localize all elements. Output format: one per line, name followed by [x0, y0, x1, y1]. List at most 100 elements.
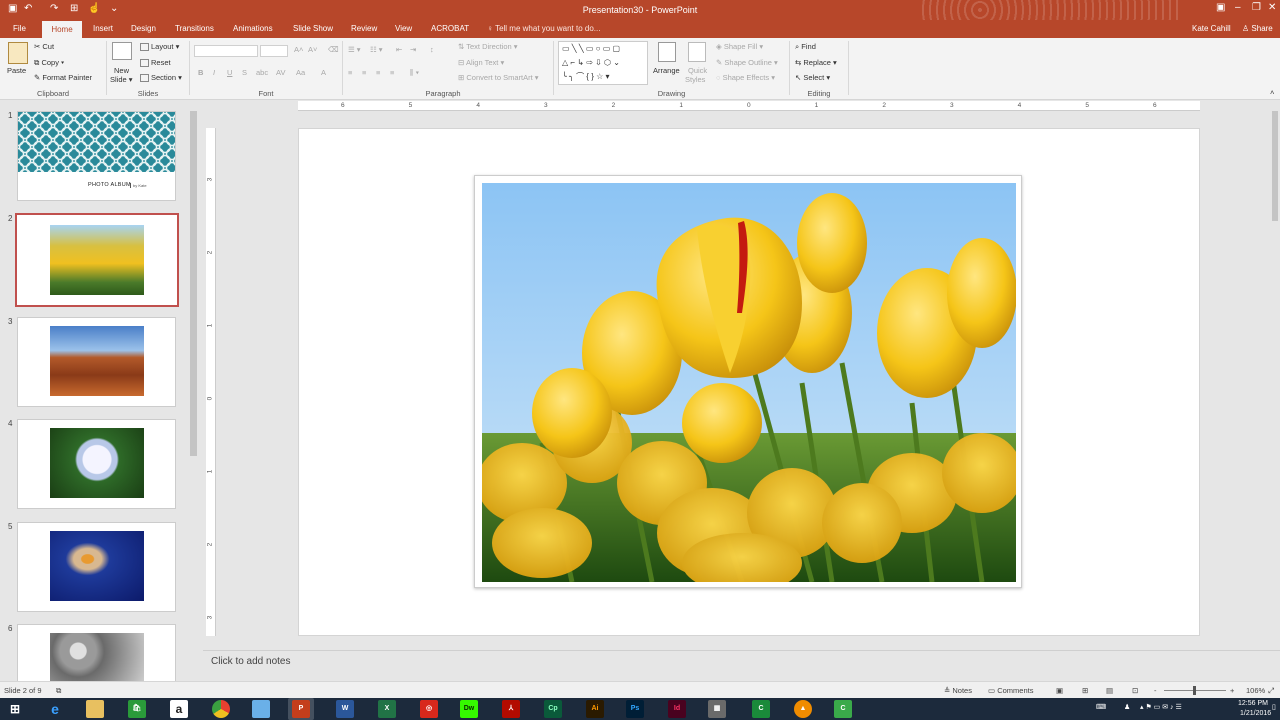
tab-insert[interactable]: Insert	[93, 24, 113, 33]
camtasia-recorder-icon[interactable]: C	[834, 700, 852, 718]
tray-icons[interactable]: ▴ ⚑ ▭ ✉ ♪ ☰	[1140, 703, 1182, 711]
tab-file[interactable]: File	[13, 24, 26, 33]
dreamweaver-icon[interactable]: Dw	[460, 700, 478, 718]
new-slide-label-2[interactable]: Slide ▾	[110, 75, 133, 84]
paste-button[interactable]: Paste	[7, 66, 26, 75]
sticky-notes-icon[interactable]	[252, 700, 270, 718]
slide-thumbnail-5[interactable]	[17, 522, 176, 612]
store-icon[interactable]: 🛍	[128, 700, 146, 718]
captivate-icon[interactable]: Cp	[544, 700, 562, 718]
arrange-icon[interactable]	[658, 42, 676, 62]
slide-thumbnail-3[interactable]	[17, 317, 176, 407]
tab-home[interactable]: Home	[42, 21, 82, 38]
font-color-button[interactable]: A	[321, 68, 326, 77]
quick-styles-label-2[interactable]: Styles	[685, 75, 705, 84]
text-direction-button[interactable]: ⇅ Text Direction ▾	[458, 42, 518, 51]
vlc-icon[interactable]: ▲	[794, 700, 812, 718]
tab-review[interactable]: Review	[351, 24, 377, 33]
shape-effects-button[interactable]: ◌ Shape Effects ▾	[716, 73, 775, 82]
columns-icon[interactable]: ⫼ ▾	[410, 68, 419, 78]
slide-sorter-icon[interactable]: ⊞	[1082, 686, 1088, 695]
notes-toggle[interactable]: ≜ Notes	[944, 686, 972, 695]
illustrator-icon[interactable]: Ai	[586, 700, 604, 718]
section-button[interactable]: Section ▾	[140, 73, 182, 83]
cut-button[interactable]: ✂ Cut	[34, 42, 54, 51]
font-name-box[interactable]	[194, 45, 258, 57]
scrollbar-thumb[interactable]	[190, 111, 197, 456]
tab-animations[interactable]: Animations	[233, 24, 273, 33]
increase-font-icon[interactable]: A˄	[294, 45, 303, 54]
minimize-icon[interactable]: –	[1235, 2, 1241, 13]
tulip-photo-frame[interactable]	[474, 175, 1022, 588]
close-icon[interactable]: ✕	[1268, 2, 1276, 13]
zoom-slider-thumb[interactable]	[1193, 686, 1196, 695]
slide-thumbnail-6[interactable]	[17, 624, 176, 684]
editor-scrollbar-thumb[interactable]	[1272, 111, 1278, 221]
tab-design[interactable]: Design	[131, 24, 156, 33]
tab-slide-show[interactable]: Slide Show	[293, 24, 333, 33]
shape-outline-button[interactable]: ✎ Shape Outline ▾	[716, 58, 778, 67]
restore-icon[interactable]: ❐	[1252, 2, 1261, 13]
user-name[interactable]: Kate Cahill	[1192, 24, 1231, 33]
decrease-indent-icon[interactable]: ⇤	[396, 45, 402, 54]
normal-view-icon[interactable]: ▣	[1056, 686, 1063, 695]
reset-button[interactable]: Reset	[140, 58, 171, 68]
convert-smartart-button[interactable]: ⊞ Convert to SmartArt ▾	[458, 73, 539, 82]
copy-button[interactable]: ⧉ Copy ▾	[34, 58, 64, 68]
creative-cloud-icon[interactable]: ◎	[420, 700, 438, 718]
photoshop-icon[interactable]: Ps	[626, 700, 644, 718]
shapes-gallery[interactable]: ▭ ╲ ╲ ▭ ○ ▭ ▢ △ ⌐ ↳ ⇨ ⇩ ⬡ ⌄ ╰ ╮ ⌒ { } ☆ …	[558, 41, 648, 85]
change-case-icon[interactable]: Aa	[296, 68, 305, 77]
chrome-icon[interactable]	[212, 700, 230, 718]
format-painter-button[interactable]: ✎ Format Painter	[34, 73, 92, 82]
tab-view[interactable]: View	[395, 24, 412, 33]
clear-formatting-icon[interactable]: ⌫	[328, 45, 339, 54]
new-slide-label-1[interactable]: New	[114, 66, 129, 75]
justify-icon[interactable]: ≡	[390, 68, 394, 77]
camtasia-icon[interactable]: C	[752, 700, 770, 718]
layout-button[interactable]: Layout ▾	[140, 42, 179, 52]
shape-fill-button[interactable]: ◈ Shape Fill ▾	[716, 42, 763, 51]
quick-styles-icon[interactable]	[688, 42, 706, 62]
tab-acrobat[interactable]: ACROBAT	[431, 24, 469, 33]
shadow-button[interactable]: S	[242, 68, 247, 77]
excel-icon[interactable]: X	[378, 700, 396, 718]
share-button[interactable]: ♙ Share	[1242, 24, 1273, 33]
tab-transitions[interactable]: Transitions	[175, 24, 214, 33]
slide-thumbnail-1[interactable]: PHOTO ALBUM by Kate	[17, 111, 176, 201]
thumbnail-scrollbar[interactable]	[188, 101, 200, 681]
slide-thumbnail-4[interactable]	[17, 419, 176, 509]
edge-icon[interactable]: e	[46, 700, 64, 718]
paste-icon[interactable]	[8, 42, 28, 64]
align-center-icon[interactable]: ≡	[362, 68, 366, 77]
italic-button[interactable]: I	[213, 68, 215, 77]
char-spacing-icon[interactable]: AV	[276, 68, 285, 77]
editor-scrollbar[interactable]	[1270, 101, 1280, 681]
zoom-out-button[interactable]: -	[1154, 686, 1157, 695]
keyboard-icon[interactable]: ⌨	[1096, 703, 1106, 711]
numbering-icon[interactable]: ☷ ▾	[370, 45, 383, 54]
acrobat-icon[interactable]: ⅄	[502, 700, 520, 718]
strikethrough-icon[interactable]: abc	[256, 68, 268, 77]
ribbon-display-options-icon[interactable]: ▣	[1216, 2, 1225, 13]
spelling-icon[interactable]: ⧉	[56, 686, 61, 696]
decrease-font-icon[interactable]: A˅	[308, 45, 317, 54]
notes-pane[interactable]: Click to add notes	[203, 650, 1280, 681]
zoom-level[interactable]: 106%	[1246, 686, 1265, 695]
windows-start-icon[interactable]: ⊞	[6, 700, 24, 718]
word-icon[interactable]: W	[336, 700, 354, 718]
reading-view-icon[interactable]: ▤	[1106, 686, 1113, 695]
align-right-icon[interactable]: ≡	[376, 68, 380, 77]
powerpoint-taskbar-item[interactable]: P	[288, 698, 314, 720]
fit-to-window-icon[interactable]: ⤢	[1268, 686, 1274, 696]
underline-button[interactable]: U	[227, 68, 232, 77]
align-left-icon[interactable]: ≡	[348, 68, 352, 77]
tulip-photo[interactable]	[482, 183, 1016, 582]
find-button[interactable]: ⌕ Find	[795, 42, 816, 52]
collapse-ribbon-icon[interactable]: ˄	[1270, 88, 1274, 97]
quick-styles-label-1[interactable]: Quick	[688, 66, 707, 75]
replace-button[interactable]: ⇆ Replace ▾	[795, 58, 837, 67]
increase-indent-icon[interactable]: ⇥	[410, 45, 416, 54]
comments-toggle[interactable]: ▭ Comments	[988, 686, 1033, 695]
new-slide-icon[interactable]	[112, 42, 132, 60]
